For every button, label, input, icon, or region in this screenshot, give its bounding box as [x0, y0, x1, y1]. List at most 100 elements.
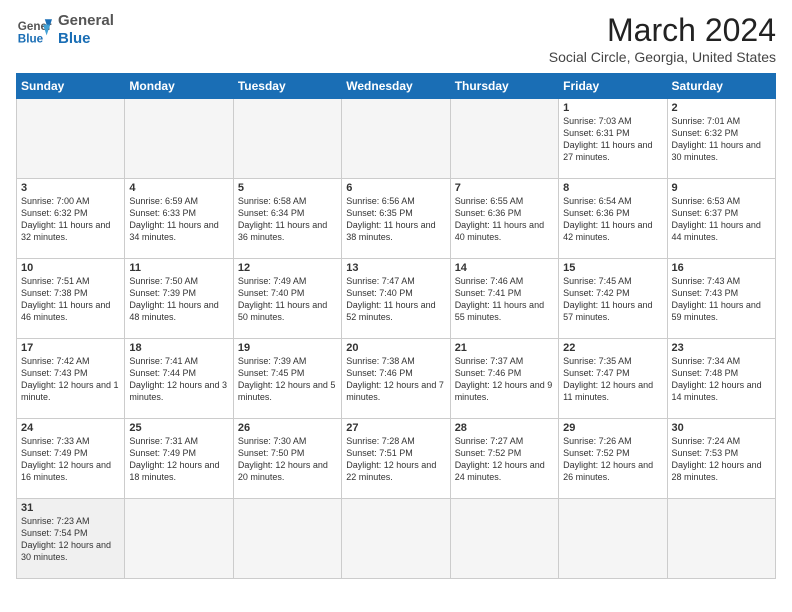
day-cell — [450, 99, 558, 179]
day-cell: 3Sunrise: 7:00 AM Sunset: 6:32 PM Daylig… — [17, 179, 125, 259]
header: General Blue General Blue March 2024 Soc… — [16, 12, 776, 65]
day-number: 12 — [238, 262, 337, 274]
header-cell-sunday: Sunday — [17, 74, 125, 99]
day-number: 10 — [21, 262, 120, 274]
day-info: Sunrise: 6:58 AM Sunset: 6:34 PM Dayligh… — [238, 195, 337, 244]
day-info: Sunrise: 7:45 AM Sunset: 7:42 PM Dayligh… — [563, 275, 662, 324]
title-block: March 2024 Social Circle, Georgia, Unite… — [549, 12, 776, 65]
day-cell: 30Sunrise: 7:24 AM Sunset: 7:53 PM Dayli… — [667, 419, 775, 499]
day-cell: 19Sunrise: 7:39 AM Sunset: 7:45 PM Dayli… — [233, 339, 341, 419]
day-number: 13 — [346, 262, 445, 274]
day-info: Sunrise: 7:03 AM Sunset: 6:31 PM Dayligh… — [563, 115, 662, 164]
day-info: Sunrise: 7:01 AM Sunset: 6:32 PM Dayligh… — [672, 115, 771, 164]
day-info: Sunrise: 7:33 AM Sunset: 7:49 PM Dayligh… — [21, 435, 120, 484]
day-number: 4 — [129, 182, 228, 194]
day-number: 30 — [672, 422, 771, 434]
header-cell-wednesday: Wednesday — [342, 74, 450, 99]
day-number: 27 — [346, 422, 445, 434]
calendar-title: March 2024 — [549, 12, 776, 49]
day-cell — [559, 499, 667, 579]
calendar-subtitle: Social Circle, Georgia, United States — [549, 49, 776, 65]
logo-icon: General Blue — [16, 12, 52, 48]
day-cell — [667, 499, 775, 579]
day-number: 7 — [455, 182, 554, 194]
day-cell: 11Sunrise: 7:50 AM Sunset: 7:39 PM Dayli… — [125, 259, 233, 339]
day-info: Sunrise: 7:43 AM Sunset: 7:43 PM Dayligh… — [672, 275, 771, 324]
day-number: 14 — [455, 262, 554, 274]
day-cell: 24Sunrise: 7:33 AM Sunset: 7:49 PM Dayli… — [17, 419, 125, 499]
day-cell: 17Sunrise: 7:42 AM Sunset: 7:43 PM Dayli… — [17, 339, 125, 419]
day-info: Sunrise: 6:53 AM Sunset: 6:37 PM Dayligh… — [672, 195, 771, 244]
page: General Blue General Blue March 2024 Soc… — [0, 0, 792, 587]
svg-text:Blue: Blue — [18, 33, 44, 46]
day-cell: 26Sunrise: 7:30 AM Sunset: 7:50 PM Dayli… — [233, 419, 341, 499]
day-info: Sunrise: 7:49 AM Sunset: 7:40 PM Dayligh… — [238, 275, 337, 324]
day-info: Sunrise: 7:24 AM Sunset: 7:53 PM Dayligh… — [672, 435, 771, 484]
day-cell: 14Sunrise: 7:46 AM Sunset: 7:41 PM Dayli… — [450, 259, 558, 339]
day-cell: 22Sunrise: 7:35 AM Sunset: 7:47 PM Dayli… — [559, 339, 667, 419]
day-number: 9 — [672, 182, 771, 194]
day-cell: 18Sunrise: 7:41 AM Sunset: 7:44 PM Dayli… — [125, 339, 233, 419]
day-number: 3 — [21, 182, 120, 194]
day-number: 16 — [672, 262, 771, 274]
day-cell: 21Sunrise: 7:37 AM Sunset: 7:46 PM Dayli… — [450, 339, 558, 419]
week-row-4: 24Sunrise: 7:33 AM Sunset: 7:49 PM Dayli… — [17, 419, 776, 499]
week-row-0: 1Sunrise: 7:03 AM Sunset: 6:31 PM Daylig… — [17, 99, 776, 179]
day-number: 23 — [672, 342, 771, 354]
day-cell: 12Sunrise: 7:49 AM Sunset: 7:40 PM Dayli… — [233, 259, 341, 339]
day-cell: 31Sunrise: 7:23 AM Sunset: 7:54 PM Dayli… — [17, 499, 125, 579]
day-number: 29 — [563, 422, 662, 434]
day-info: Sunrise: 7:39 AM Sunset: 7:45 PM Dayligh… — [238, 355, 337, 404]
day-info: Sunrise: 7:35 AM Sunset: 7:47 PM Dayligh… — [563, 355, 662, 404]
day-number: 19 — [238, 342, 337, 354]
header-cell-thursday: Thursday — [450, 74, 558, 99]
day-cell: 7Sunrise: 6:55 AM Sunset: 6:36 PM Daylig… — [450, 179, 558, 259]
day-cell: 6Sunrise: 6:56 AM Sunset: 6:35 PM Daylig… — [342, 179, 450, 259]
day-cell: 28Sunrise: 7:27 AM Sunset: 7:52 PM Dayli… — [450, 419, 558, 499]
day-number: 24 — [21, 422, 120, 434]
day-cell — [125, 499, 233, 579]
day-cell: 15Sunrise: 7:45 AM Sunset: 7:42 PM Dayli… — [559, 259, 667, 339]
day-number: 18 — [129, 342, 228, 354]
day-cell: 5Sunrise: 6:58 AM Sunset: 6:34 PM Daylig… — [233, 179, 341, 259]
day-cell: 10Sunrise: 7:51 AM Sunset: 7:38 PM Dayli… — [17, 259, 125, 339]
day-info: Sunrise: 7:37 AM Sunset: 7:46 PM Dayligh… — [455, 355, 554, 404]
day-info: Sunrise: 7:50 AM Sunset: 7:39 PM Dayligh… — [129, 275, 228, 324]
logo: General Blue General Blue — [16, 12, 114, 48]
day-info: Sunrise: 7:46 AM Sunset: 7:41 PM Dayligh… — [455, 275, 554, 324]
day-cell — [17, 99, 125, 179]
calendar-table: SundayMondayTuesdayWednesdayThursdayFrid… — [16, 73, 776, 579]
day-cell — [233, 499, 341, 579]
day-info: Sunrise: 6:54 AM Sunset: 6:36 PM Dayligh… — [563, 195, 662, 244]
header-cell-friday: Friday — [559, 74, 667, 99]
day-info: Sunrise: 7:42 AM Sunset: 7:43 PM Dayligh… — [21, 355, 120, 404]
day-info: Sunrise: 7:51 AM Sunset: 7:38 PM Dayligh… — [21, 275, 120, 324]
calendar-header: SundayMondayTuesdayWednesdayThursdayFrid… — [17, 74, 776, 99]
day-cell — [233, 99, 341, 179]
day-cell: 16Sunrise: 7:43 AM Sunset: 7:43 PM Dayli… — [667, 259, 775, 339]
day-cell — [342, 99, 450, 179]
day-number: 25 — [129, 422, 228, 434]
day-info: Sunrise: 7:26 AM Sunset: 7:52 PM Dayligh… — [563, 435, 662, 484]
day-info: Sunrise: 7:31 AM Sunset: 7:49 PM Dayligh… — [129, 435, 228, 484]
day-info: Sunrise: 7:41 AM Sunset: 7:44 PM Dayligh… — [129, 355, 228, 404]
week-row-3: 17Sunrise: 7:42 AM Sunset: 7:43 PM Dayli… — [17, 339, 776, 419]
day-number: 15 — [563, 262, 662, 274]
day-info: Sunrise: 7:30 AM Sunset: 7:50 PM Dayligh… — [238, 435, 337, 484]
header-cell-tuesday: Tuesday — [233, 74, 341, 99]
day-cell — [125, 99, 233, 179]
day-number: 8 — [563, 182, 662, 194]
day-number: 1 — [563, 102, 662, 114]
day-number: 31 — [21, 502, 120, 514]
day-number: 17 — [21, 342, 120, 354]
day-cell: 1Sunrise: 7:03 AM Sunset: 6:31 PM Daylig… — [559, 99, 667, 179]
day-info: Sunrise: 6:59 AM Sunset: 6:33 PM Dayligh… — [129, 195, 228, 244]
header-cell-monday: Monday — [125, 74, 233, 99]
week-row-1: 3Sunrise: 7:00 AM Sunset: 6:32 PM Daylig… — [17, 179, 776, 259]
day-number: 5 — [238, 182, 337, 194]
day-cell: 29Sunrise: 7:26 AM Sunset: 7:52 PM Dayli… — [559, 419, 667, 499]
day-cell: 13Sunrise: 7:47 AM Sunset: 7:40 PM Dayli… — [342, 259, 450, 339]
header-cell-saturday: Saturday — [667, 74, 775, 99]
day-number: 6 — [346, 182, 445, 194]
day-cell: 27Sunrise: 7:28 AM Sunset: 7:51 PM Dayli… — [342, 419, 450, 499]
